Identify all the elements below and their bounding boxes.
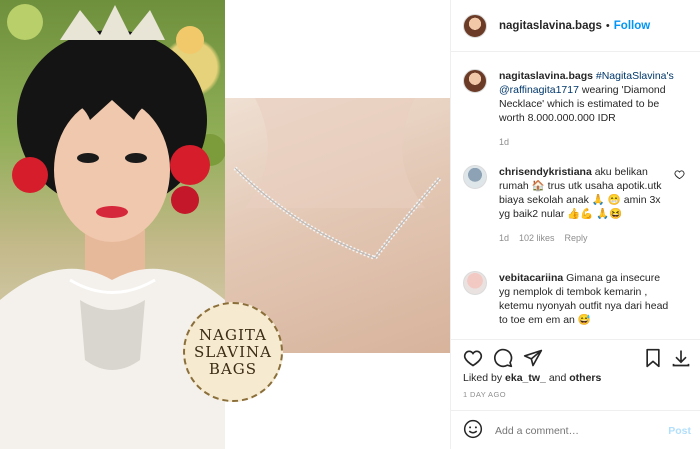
watermark-stamp: NAGITA SLAVINA BAGS	[183, 302, 283, 402]
comment-like-heart-icon[interactable]	[674, 169, 685, 183]
liked-middle: and	[545, 372, 570, 384]
comment-username[interactable]: chrisendykristiana	[499, 166, 592, 178]
caption-mention[interactable]: @raffinagita1717	[499, 84, 579, 96]
caption-hashtag[interactable]: #NagitaSlavina's	[596, 70, 674, 82]
liked-others[interactable]: others	[569, 372, 601, 384]
list-item: chrisendykristiana aku belikan rumah 🏠 t…	[463, 165, 693, 245]
caption-time[interactable]: 1d	[499, 135, 509, 149]
watermark-stamp-text: NAGITA SLAVINA BAGS	[193, 325, 273, 378]
comment-icon[interactable]	[491, 346, 515, 370]
comment-input[interactable]	[495, 424, 655, 437]
caption-username[interactable]: nagitaslavina.bags	[499, 70, 593, 82]
reply-button[interactable]: Reply	[565, 231, 588, 245]
caption-body: nagitaslavina.bags #NagitaSlavina's @raf…	[499, 69, 674, 149]
caption: nagitaslavina.bags #NagitaSlavina's @raf…	[463, 69, 693, 149]
liked-by-text: Liked by eka_tw_ and others	[463, 372, 601, 384]
post-timestamp[interactable]: 1 DAY AGO	[463, 390, 506, 399]
separator-dot: •	[605, 19, 610, 32]
caption-meta: 1d	[499, 135, 674, 149]
media-padding-top	[225, 0, 450, 98]
comment-body: chrisendykristiana aku belikan rumah 🏠 t…	[499, 165, 674, 245]
post-header: nagitaslavina.bags • Follow	[451, 0, 700, 52]
follow-button[interactable]: Follow	[614, 20, 650, 32]
instagram-post: NAGITA SLAVINA BAGS nagitaslavina.bags •…	[0, 0, 700, 449]
comment-meta: 1d 102 likes Reply	[499, 231, 674, 245]
comment-avatar[interactable]	[463, 271, 487, 295]
header-username[interactable]: nagitaslavina.bags	[499, 20, 602, 32]
share-icon[interactable]	[521, 346, 545, 370]
list-item: vebitacariina Gimana ga insecure yg nemp…	[463, 271, 693, 327]
download-icon[interactable]	[669, 346, 693, 370]
post-comment-button[interactable]: Post	[668, 425, 691, 437]
post-sidebar: nagitaslavina.bags • Follow nagitaslavin…	[450, 0, 700, 449]
comments-list[interactable]: nagitaslavina.bags #NagitaSlavina's @raf…	[451, 53, 700, 339]
comment-time[interactable]: 1d	[499, 231, 509, 245]
comment-avatar[interactable]	[463, 165, 487, 189]
liked-user[interactable]: eka_tw_	[505, 372, 546, 384]
caption-avatar[interactable]	[463, 69, 487, 93]
action-icon-row	[461, 346, 693, 372]
bookmark-icon[interactable]	[641, 346, 665, 370]
add-comment-bar: Post	[451, 410, 700, 449]
comment-likes[interactable]: 102 likes	[519, 231, 555, 245]
liked-prefix: Liked by	[463, 372, 506, 384]
heart-icon[interactable]	[461, 346, 485, 370]
post-actions: Liked by eka_tw_ and others 1 DAY AGO Po…	[451, 339, 700, 449]
avatar[interactable]	[463, 13, 487, 38]
bride-portrait-photo	[0, 0, 225, 449]
comment-body: vebitacariina Gimana ga insecure yg nemp…	[499, 271, 674, 327]
emoji-icon[interactable]	[463, 419, 483, 442]
bride-portrait-illustration	[0, 4, 225, 449]
post-media[interactable]: NAGITA SLAVINA BAGS	[0, 0, 450, 449]
comment-username[interactable]: vebitacariina	[499, 272, 563, 284]
